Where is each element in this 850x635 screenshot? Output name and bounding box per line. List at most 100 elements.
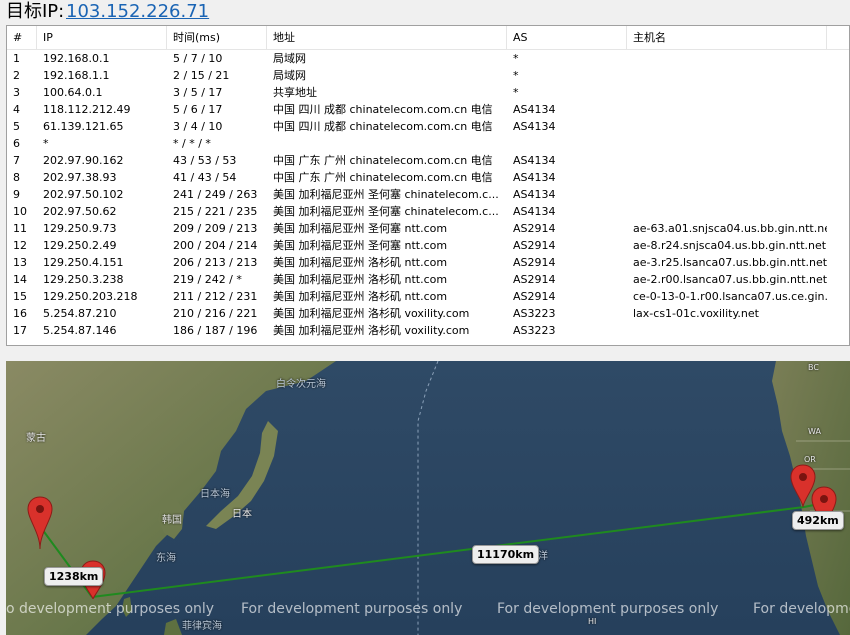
distance-label-2: 11170km bbox=[472, 545, 540, 564]
table-row[interactable]: 10 202.97.50.62 215 / 221 / 235 美国 加利福尼亚州 圣… bbox=[7, 203, 849, 220]
cell-hostname: lax-cs1-01c.voxility.net bbox=[633, 307, 759, 320]
map-label-hi: HI bbox=[588, 617, 597, 626]
cell-address: 美国 加利福尼亚州 洛杉矶 voxility.com bbox=[273, 307, 470, 320]
table-row[interactable]: 14 129.250.3.238 219 / 242 / * 美国 加利福尼亚州 洛杉… bbox=[7, 271, 849, 288]
cell-ip: 192.168.1.1 bbox=[43, 69, 110, 82]
cell-as: AS4134 bbox=[513, 103, 556, 116]
table-row[interactable]: 6 * * / * / * bbox=[7, 135, 849, 152]
column-header-hostname[interactable]: 主机名 bbox=[627, 26, 827, 50]
cell-hostname: ae-3.r25.lsanca07.us.bb.gin.ntt.net bbox=[633, 256, 827, 269]
cell-index: 7 bbox=[13, 154, 20, 167]
column-header-time[interactable]: 时间(ms) bbox=[167, 26, 267, 50]
cell-time: 43 / 53 / 53 bbox=[173, 154, 237, 167]
distance-label-1: 1238km bbox=[44, 567, 104, 586]
cell-index: 15 bbox=[13, 290, 27, 303]
table-row[interactable]: 3 100.64.0.1 3 / 5 / 17 共享地址 * bbox=[7, 84, 849, 101]
map-label-korea: 韩国 bbox=[162, 515, 182, 526]
cell-time: 211 / 212 / 231 bbox=[173, 290, 258, 303]
map-label-mongolia: 蒙古 bbox=[26, 433, 46, 444]
cell-as: AS2914 bbox=[513, 256, 556, 269]
cell-address: 中国 四川 成都 chinatelecom.com.cn 电信 bbox=[273, 120, 493, 133]
cell-index: 14 bbox=[13, 273, 27, 286]
table-row[interactable]: 7 202.97.90.162 43 / 53 / 53 中国 广东 广州 china… bbox=[7, 152, 849, 169]
table-row[interactable]: 17 5.254.87.146 186 / 187 / 196 美国 加利福尼亚州 洛… bbox=[7, 322, 849, 339]
cell-address: 中国 广东 广州 chinatelecom.com.cn 电信 bbox=[273, 154, 493, 167]
cell-as: AS2914 bbox=[513, 239, 556, 252]
cell-hostname bbox=[627, 152, 827, 169]
cell-time: 3 / 5 / 17 bbox=[173, 86, 223, 99]
cell-address: 美国 加利福尼亚州 洛杉矶 ntt.com bbox=[273, 290, 448, 303]
column-header-ip[interactable]: IP bbox=[37, 26, 167, 50]
cell-hostname bbox=[627, 101, 827, 118]
cell-time: 206 / 213 / 213 bbox=[173, 256, 258, 269]
cell-ip: 100.64.0.1 bbox=[43, 86, 103, 99]
table-row[interactable]: 5 61.139.121.65 3 / 4 / 10 中国 四川 成都 chinate… bbox=[7, 118, 849, 135]
cell-address: 中国 广东 广州 chinatelecom.com.cn 电信 bbox=[273, 171, 493, 184]
cell-as bbox=[507, 135, 627, 152]
cell-hostname bbox=[627, 84, 827, 101]
cell-index: 11 bbox=[13, 222, 27, 235]
route-map[interactable]: 白令次元海 蒙古 日本海 韩国 日本 东海 平洋 菲律宾海 OR WA BC H… bbox=[6, 361, 850, 635]
cell-ip: 202.97.50.62 bbox=[43, 205, 117, 218]
cell-ip: 202.97.50.102 bbox=[43, 188, 124, 201]
table-row[interactable]: 11 129.250.9.73 209 / 209 / 213 美国 加利福尼亚州 圣… bbox=[7, 220, 849, 237]
cell-hostname bbox=[627, 186, 827, 203]
cell-index: 8 bbox=[13, 171, 20, 184]
distance-label-3: 492km bbox=[792, 511, 844, 530]
map-label-bc: BC bbox=[808, 363, 819, 372]
cell-time: 5 / 7 / 10 bbox=[173, 52, 223, 65]
map-label-or: OR bbox=[804, 455, 816, 464]
table-row[interactable]: 2 192.168.1.1 2 / 15 / 21 局域网 * bbox=[7, 67, 849, 84]
table-row[interactable]: 1 192.168.0.1 5 / 7 / 10 局域网 * bbox=[7, 50, 849, 67]
target-ip-bar: 目标IP: 103.152.226.71 bbox=[0, 0, 850, 24]
cell-as: AS4134 bbox=[513, 171, 556, 184]
cell-index: 3 bbox=[13, 86, 20, 99]
cell-address bbox=[267, 135, 507, 152]
cell-index: 5 bbox=[13, 120, 20, 133]
table-row[interactable]: 16 5.254.87.210 210 / 216 / 221 美国 加利福尼亚州 洛… bbox=[7, 305, 849, 322]
cell-index: 13 bbox=[13, 256, 27, 269]
cell-ip: 129.250.3.238 bbox=[43, 273, 124, 286]
map-label-japan: 日本 bbox=[232, 509, 252, 520]
cell-ip: 129.250.203.218 bbox=[43, 290, 138, 303]
cell-hostname: ae-2.r00.lsanca07.us.bb.gin.ntt.net bbox=[633, 273, 827, 286]
cell-address: 美国 加利福尼亚州 圣何塞 ntt.com bbox=[273, 239, 448, 252]
column-header-index[interactable]: # bbox=[7, 26, 37, 50]
cell-index: 16 bbox=[13, 307, 27, 320]
watermark-4: For developme bbox=[753, 601, 850, 617]
table-row[interactable]: 13 129.250.4.151 206 / 213 / 213 美国 加利福尼亚州 … bbox=[7, 254, 849, 271]
target-ip-link[interactable]: 103.152.226.71 bbox=[66, 0, 209, 24]
table-row[interactable]: 4 118.112.212.49 5 / 6 / 17 中国 四川 成都 chinat… bbox=[7, 101, 849, 118]
cell-ip: 118.112.212.49 bbox=[43, 103, 131, 116]
cell-as: AS2914 bbox=[513, 222, 556, 235]
cell-time: 219 / 242 / * bbox=[173, 273, 242, 286]
cell-address: 中国 四川 成都 chinatelecom.com.cn 电信 bbox=[273, 103, 493, 116]
cell-as: AS2914 bbox=[513, 290, 556, 303]
cell-index: 1 bbox=[13, 52, 20, 65]
cell-ip: 129.250.4.151 bbox=[43, 256, 124, 269]
table-row[interactable]: 12 129.250.2.49 200 / 204 / 214 美国 加利福尼亚州 圣… bbox=[7, 237, 849, 254]
cell-as: AS3223 bbox=[513, 307, 556, 320]
cell-time: 186 / 187 / 196 bbox=[173, 324, 258, 337]
table-row[interactable]: 8 202.97.38.93 41 / 43 / 54 中国 广东 广州 chinat… bbox=[7, 169, 849, 186]
table-row[interactable]: 9 202.97.50.102 241 / 249 / 263 美国 加利福尼亚州 圣… bbox=[7, 186, 849, 203]
cell-hostname: ae-63.a01.snjsca04.us.bb.gin.ntt.net bbox=[633, 222, 827, 235]
map-label-japan-sea: 日本海 bbox=[200, 489, 230, 500]
map-canvas bbox=[6, 361, 850, 635]
cell-index: 9 bbox=[13, 188, 20, 201]
cell-index: 10 bbox=[13, 205, 27, 218]
cell-time: 2 / 15 / 21 bbox=[173, 69, 230, 82]
column-header-address[interactable]: 地址 bbox=[267, 26, 507, 50]
cell-hostname: ae-8.r24.snjsca04.us.bb.gin.ntt.net bbox=[633, 239, 827, 252]
cell-ip: 5.254.87.146 bbox=[43, 324, 117, 337]
cell-time: 3 / 4 / 10 bbox=[173, 120, 223, 133]
cell-ip: * bbox=[43, 137, 49, 150]
cell-as: AS4134 bbox=[513, 154, 556, 167]
cell-address: 美国 加利福尼亚州 圣何塞 chinatelecom.c... bbox=[273, 205, 499, 218]
cell-time: 5 / 6 / 17 bbox=[173, 103, 223, 116]
table-row[interactable]: 15 129.250.203.218 211 / 212 / 231 美国 加利福尼亚… bbox=[7, 288, 849, 305]
column-header-as[interactable]: AS bbox=[507, 26, 627, 50]
cell-hostname bbox=[627, 118, 827, 135]
cell-address: 美国 加利福尼亚州 洛杉矶 voxility.com bbox=[273, 324, 470, 337]
cell-index: 17 bbox=[13, 324, 27, 337]
